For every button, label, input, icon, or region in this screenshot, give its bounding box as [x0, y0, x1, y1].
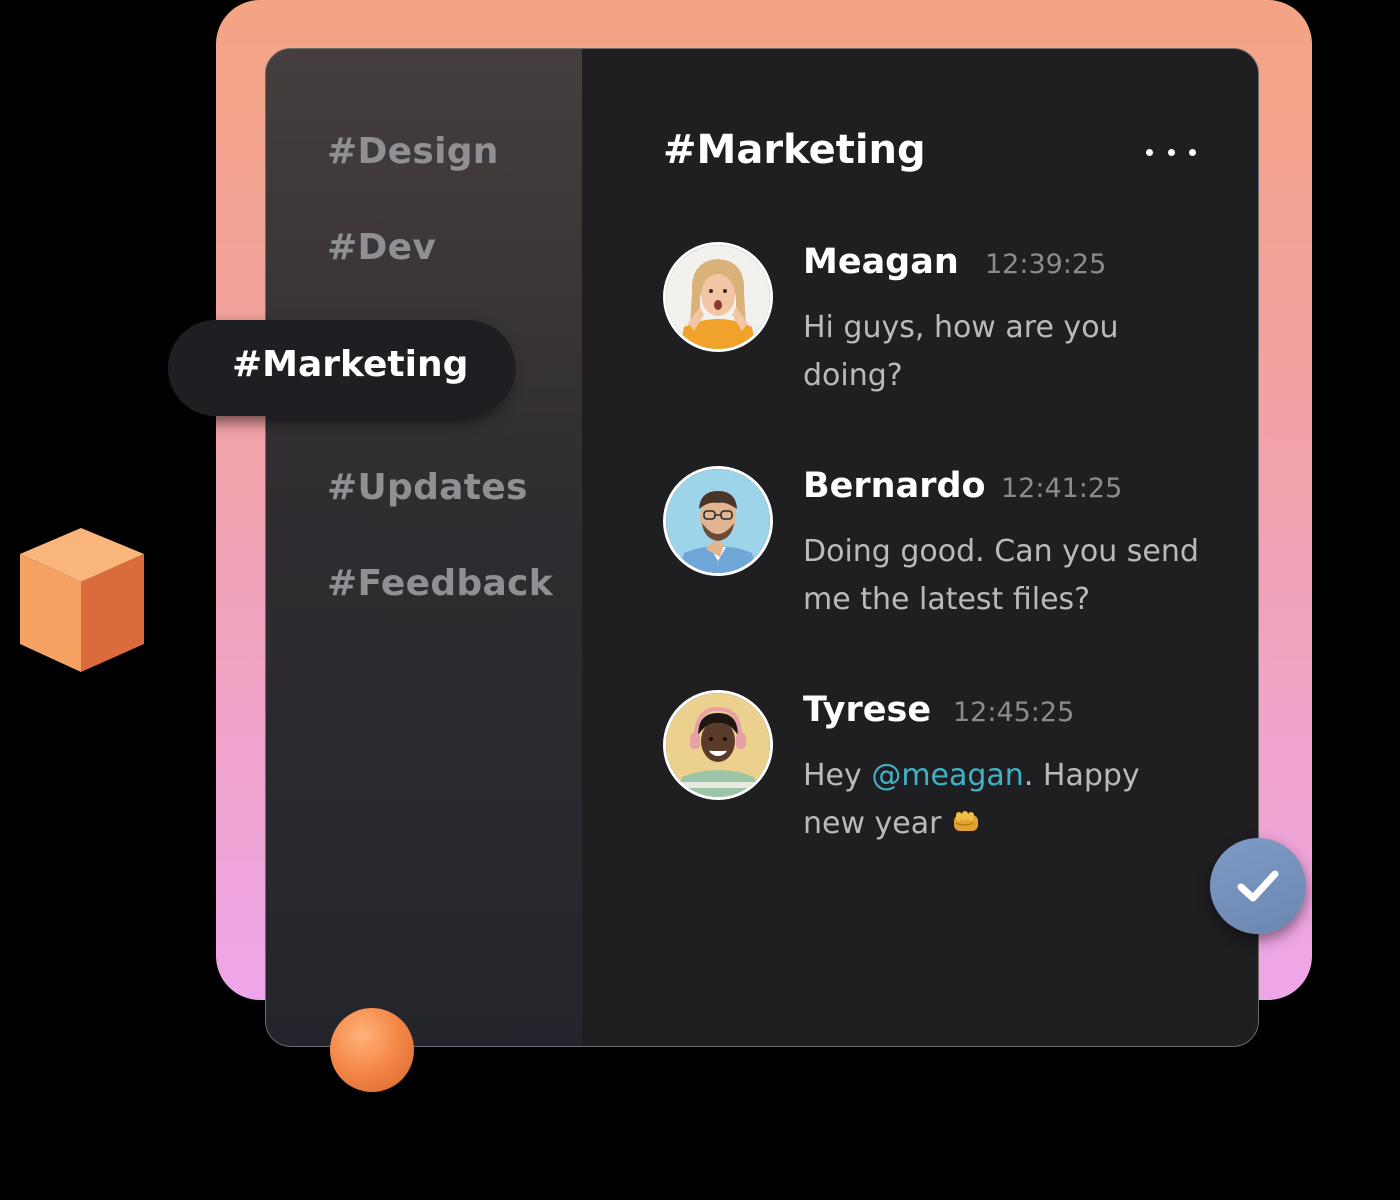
- message-author[interactable]: Bernardo: [803, 466, 986, 506]
- channel-item-design[interactable]: #Design: [327, 131, 499, 172]
- check-icon: [1237, 870, 1279, 902]
- user-mention[interactable]: @meagan: [871, 758, 1024, 793]
- message-time: 12:45:25: [953, 697, 1075, 728]
- cube-decoration: [20, 528, 144, 672]
- avatar-bernardo[interactable]: [663, 466, 773, 576]
- channel-item-marketing[interactable]: #Marketing: [168, 320, 516, 416]
- avatar-tyrese[interactable]: [663, 690, 773, 800]
- channel-item-label: #Marketing: [232, 344, 469, 385]
- fist-icon: [954, 811, 979, 831]
- channel-item-updates[interactable]: #Updates: [327, 467, 528, 508]
- sphere-decoration: [330, 1008, 414, 1092]
- avatar-meagan[interactable]: [663, 242, 773, 352]
- channel-item-dev[interactable]: #Dev: [327, 227, 436, 268]
- check-button[interactable]: [1210, 838, 1306, 934]
- message-author[interactable]: Meagan: [803, 242, 959, 282]
- message-author[interactable]: Tyrese: [803, 690, 931, 730]
- channel-item-feedback[interactable]: #Feedback: [327, 563, 553, 604]
- chat-window: #Design #Dev #Updates #Feedback #Marketi…: [265, 48, 1259, 1047]
- message-time: 12:41:25: [1001, 473, 1123, 504]
- message-text-part: Hey: [803, 758, 872, 793]
- message-text: Hey @meagan. Happy new year: [803, 752, 1203, 848]
- more-horizontal-icon[interactable]: [1146, 145, 1196, 159]
- channel-sidebar: #Design #Dev #Updates #Feedback: [266, 49, 582, 1046]
- message-text: Hi guys, how are you doing?: [803, 310, 1119, 393]
- stage: #Design #Dev #Updates #Feedback #Marketi…: [0, 0, 1400, 1200]
- message-text: Doing good. Can you send me the latest f…: [803, 534, 1199, 617]
- message-time: 12:39:25: [985, 249, 1107, 280]
- channel-title: #Marketing: [663, 127, 926, 173]
